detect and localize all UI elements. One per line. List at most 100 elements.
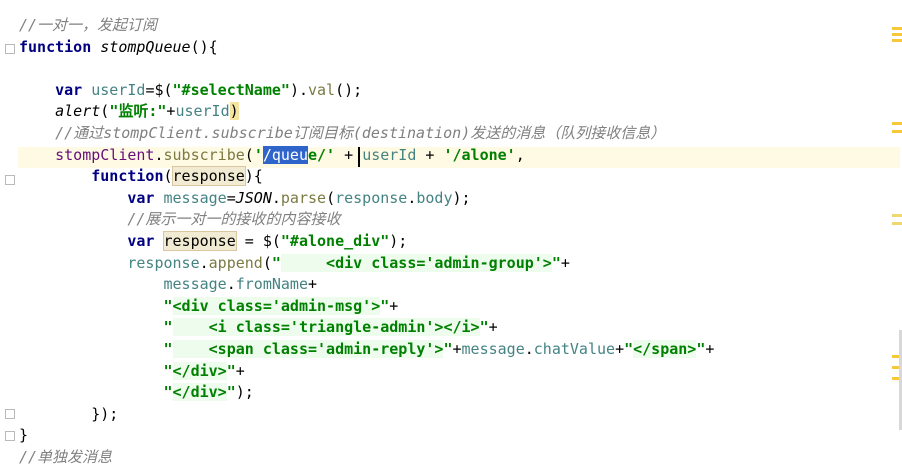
- error-stripe-mark[interactable]: [892, 27, 902, 30]
- code-token: });: [91, 404, 119, 423]
- editor-gutter[interactable]: [0, 0, 18, 466]
- code-token: parse: [280, 188, 327, 207]
- code-token: (: [163, 167, 173, 186]
- code-token: //通过stompClient.subscribe订阅目标(destinatio…: [55, 123, 666, 142]
- code-token: ": [226, 361, 236, 380]
- code-editor[interactable]: //一对一，发起订阅 function stompQueue(){ var use…: [19, 15, 714, 468]
- code-token: +: [452, 339, 462, 358]
- code-token: ){: [244, 167, 263, 186]
- code-token: function: [19, 37, 92, 56]
- code-token: ();: [335, 80, 363, 99]
- code-token: "监听:": [109, 102, 167, 121]
- code-line[interactable]: var response = $("#alone_div");: [19, 230, 714, 253]
- code-line[interactable]: message.fromName+: [19, 274, 714, 296]
- code-token: message: [461, 339, 525, 358]
- error-stripe-mark[interactable]: [892, 122, 902, 125]
- fold-toggle-icon[interactable]: [5, 175, 15, 185]
- code-token: );: [389, 231, 408, 250]
- code-token: .: [524, 339, 534, 358]
- code-line[interactable]: function stompQueue(){: [19, 37, 714, 59]
- code-line[interactable]: function(response){: [19, 166, 714, 188]
- code-line[interactable]: }: [19, 425, 714, 447]
- code-token: /queu: [262, 145, 308, 164]
- fold-toggle-icon[interactable]: [5, 409, 15, 419]
- code-token: ": [551, 253, 561, 272]
- code-token: ": [163, 361, 173, 380]
- code-token: </span>: [633, 339, 697, 358]
- code-token: response: [335, 188, 408, 207]
- code-line[interactable]: });: [19, 404, 714, 426]
- code-token: = $(: [235, 231, 281, 250]
- code-token: =: [226, 188, 236, 207]
- code-token: stompClient: [55, 145, 155, 164]
- code-line[interactable]: "</div>"+: [19, 361, 714, 383]
- fold-toggle-icon[interactable]: [5, 44, 15, 54]
- code-line[interactable]: " <i class='triangle-admin'></i>"+: [19, 317, 714, 339]
- code-line[interactable]: //展示一对一的接收的内容接收: [19, 209, 714, 231]
- code-token: ": [163, 318, 173, 337]
- code-token: '/alone': [443, 145, 516, 164]
- code-line[interactable]: "</div>");: [19, 382, 714, 404]
- code-line[interactable]: [19, 58, 714, 80]
- code-token: var: [55, 80, 83, 99]
- code-token: +: [488, 318, 498, 337]
- code-line[interactable]: response.append(" <div class='admin-grou…: [19, 253, 714, 275]
- code-token: chatValue: [533, 339, 616, 358]
- code-token: userId: [362, 145, 417, 164]
- code-line[interactable]: //通过stompClient.subscribe订阅目标(destinatio…: [19, 123, 714, 145]
- error-stripe-mark[interactable]: [892, 39, 902, 42]
- code-token: body: [416, 188, 453, 207]
- code-token: ": [271, 253, 281, 272]
- code-token: response: [162, 230, 237, 251]
- code-token: +: [416, 145, 444, 164]
- code-token: <div class='admin-msg'>: [172, 296, 381, 315]
- code-line[interactable]: "<div class='admin-msg'>"+: [19, 296, 714, 318]
- code-token: response: [171, 166, 246, 187]
- code-token: fromName: [235, 275, 308, 294]
- warning-stripe-mark[interactable]: [892, 222, 902, 225]
- code-token: +: [308, 275, 318, 294]
- code-token: (: [244, 145, 254, 164]
- code-token: ).: [289, 80, 308, 99]
- error-stripe-mark[interactable]: [892, 33, 902, 36]
- code-token: .: [154, 145, 164, 164]
- code-token: message: [163, 188, 227, 207]
- code-token: (: [100, 102, 110, 121]
- fold-toggle-icon[interactable]: [5, 431, 15, 441]
- code-token: //一对一，发起订阅: [19, 16, 158, 34]
- code-line[interactable]: //一对一，发起订阅: [19, 15, 714, 37]
- code-token: <span class='admin-reply'>: [172, 339, 444, 358]
- code-token: +: [389, 296, 399, 315]
- code-token: var: [127, 188, 155, 207]
- code-line[interactable]: stompClient.subscribe('/queue/' + userId…: [19, 145, 714, 167]
- code-token: subscribe: [163, 145, 245, 164]
- error-stripe-mark[interactable]: [892, 130, 902, 133]
- code-line[interactable]: alert("监听:"+userId): [19, 101, 714, 123]
- code-token: ": [624, 339, 634, 358]
- warning-stripe-mark[interactable]: [892, 214, 902, 217]
- code-token: ': [253, 145, 263, 164]
- code-token: "#selectName": [172, 80, 290, 99]
- code-token: userId: [91, 80, 146, 99]
- code-token: (){: [190, 37, 218, 56]
- code-line[interactable]: var userId=$("#selectName").val();: [19, 80, 714, 102]
- code-line[interactable]: //单独发消息: [19, 447, 714, 468]
- code-token: .: [226, 275, 236, 294]
- code-token: );: [235, 383, 254, 402]
- code-line[interactable]: var message=JSON.parse(response.body);: [19, 188, 714, 210]
- code-token: ): [229, 102, 239, 121]
- code-token: ,: [515, 145, 525, 164]
- code-line[interactable]: " <span class='admin-reply'>"+message.ch…: [19, 339, 714, 361]
